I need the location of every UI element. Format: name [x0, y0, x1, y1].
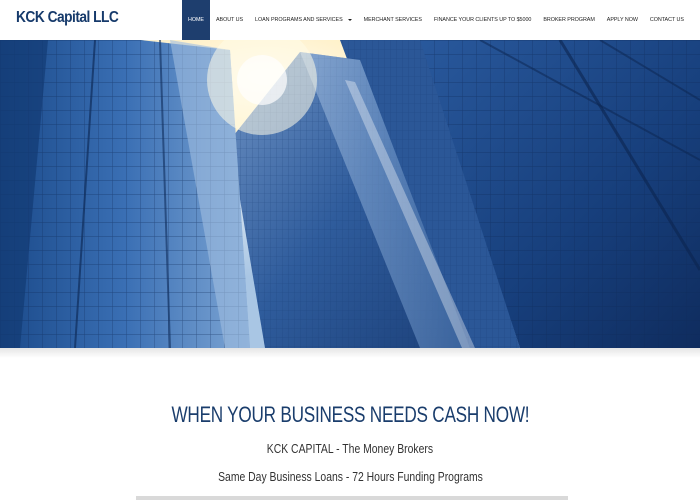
chevron-down-icon	[347, 19, 352, 21]
nav-item-label: APPLY NOW	[606, 17, 638, 23]
nav-item-home[interactable]: HOME	[182, 0, 210, 40]
nav-item-label: BROKER PROGRAM	[543, 17, 595, 23]
site-logo[interactable]: KCK Capital LLC	[16, 9, 119, 27]
nav-item-label: CONTACT US	[649, 17, 684, 23]
nav-item-label: LOAN PROGRAMS AND SERVICES	[255, 17, 343, 23]
sub-tagline: Same Day Business Loans - 72 Hours Fundi…	[0, 469, 700, 484]
hero-image	[0, 40, 700, 348]
nav-item-broker-program[interactable]: BROKER PROGRAM	[537, 0, 600, 40]
hero-shadow	[0, 348, 700, 358]
tagline: KCK CAPITAL - The Money Brokers	[0, 441, 700, 456]
nav-item-label: MERCHANT SERVICES	[363, 17, 422, 23]
main-headline: WHEN YOUR BUSINESS NEEDS CASH NOW!	[0, 402, 700, 428]
page: KCK Capital LLC HOME ABOUT US LOAN PROGR…	[0, 0, 700, 500]
headline-text: WHEN YOUR BUSINESS NEEDS CASH NOW!	[171, 402, 529, 427]
nav-item-finance-your-clients[interactable]: FINANCE YOUR CLIENTS UP TO $5000	[428, 0, 537, 40]
site-header: KCK Capital LLC HOME ABOUT US LOAN PROGR…	[0, 0, 700, 41]
sub-tagline-text: Same Day Business Loans - 72 Hours Fundi…	[217, 469, 483, 484]
nav-item-apply-now[interactable]: APPLY NOW	[601, 0, 644, 40]
nav-item-loan-programs[interactable]: LOAN PROGRAMS AND SERVICES	[249, 0, 358, 40]
nav-item-about-us[interactable]: ABOUT US	[210, 0, 249, 40]
nav-item-merchant-services[interactable]: MERCHANT SERVICES	[358, 0, 428, 40]
content-divider	[136, 496, 568, 500]
nav-item-label: HOME	[188, 17, 204, 23]
nav-item-label: FINANCE YOUR CLIENTS UP TO $5000	[433, 17, 532, 23]
nav-item-label: ABOUT US	[215, 17, 244, 23]
nav-item-contact-us[interactable]: CONTACT US	[644, 0, 690, 40]
main-nav: HOME ABOUT US LOAN PROGRAMS AND SERVICES…	[182, 0, 690, 40]
tagline-text: KCK CAPITAL - The Money Brokers	[266, 441, 434, 456]
skyscraper-illustration	[0, 40, 700, 348]
